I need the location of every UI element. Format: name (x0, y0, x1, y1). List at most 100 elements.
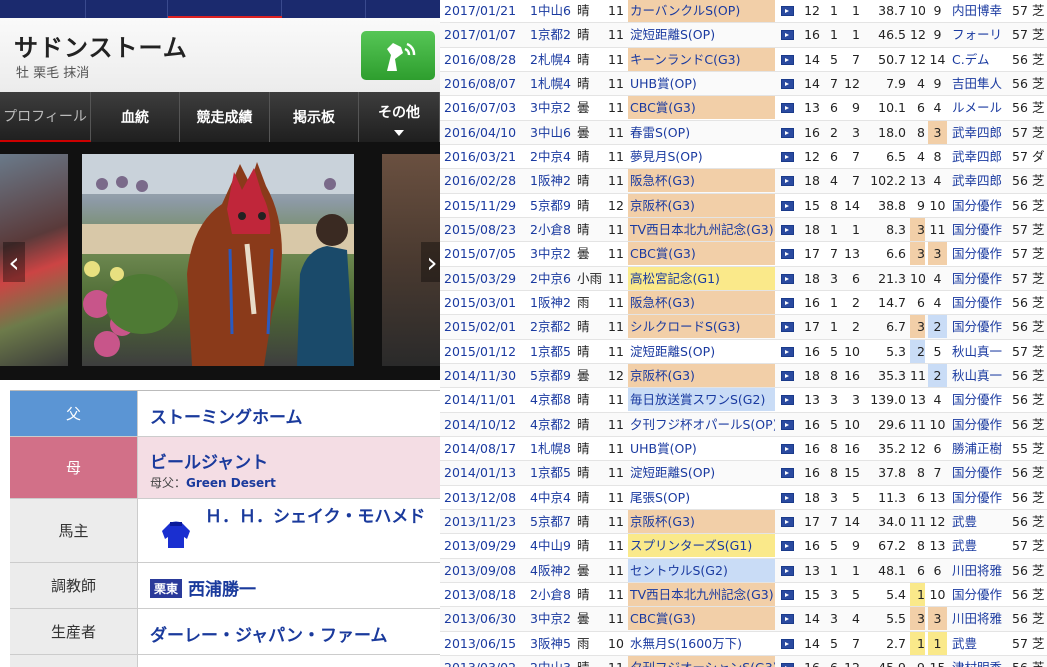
race-video-icon[interactable] (781, 419, 794, 430)
race-name-link[interactable]: 阪急杯(G3) (628, 169, 775, 193)
race-venue-link[interactable]: 4阪神2 (530, 559, 571, 582)
race-video-icon[interactable] (781, 541, 794, 552)
race-venue-link[interactable]: 1京都5 (530, 340, 571, 363)
race-name-link[interactable]: 夕刊フジ杯オパールS(OP) (628, 413, 775, 436)
race-name-link[interactable]: キーンランドC(G3) (628, 47, 775, 71)
race-venue-link[interactable]: 4中京4 (530, 486, 571, 509)
race-date-link[interactable]: 2016/03/21 (444, 145, 516, 168)
race-video-icon[interactable] (781, 200, 794, 211)
race-jockey-link[interactable]: 内田博幸 (952, 0, 1010, 22)
dam-link[interactable]: ビールジャント (150, 448, 268, 473)
race-venue-link[interactable]: 1阪神2 (530, 169, 571, 192)
race-venue-link[interactable]: 1中山6 (530, 0, 571, 22)
race-video-icon[interactable] (781, 30, 794, 41)
race-jockey-link[interactable]: 国分優作 (952, 315, 1010, 338)
breeder-link[interactable]: ダーレー・ジャパン・ファーム (150, 621, 388, 646)
race-video-icon[interactable] (781, 249, 794, 260)
race-venue-link[interactable]: 3中京2 (530, 242, 571, 265)
race-date-link[interactable]: 2017/01/21 (444, 0, 516, 22)
race-venue-link[interactable]: 3中京2 (530, 607, 571, 630)
photo-carousel[interactable]: ‹ › (0, 142, 440, 380)
race-venue-link[interactable]: 2中京6 (530, 267, 571, 290)
top-nav-segment[interactable] (0, 0, 86, 18)
race-video-icon[interactable] (781, 103, 794, 114)
race-date-link[interactable]: 2015/08/23 (444, 218, 516, 241)
race-venue-link[interactable]: 4京都2 (530, 413, 571, 436)
carousel-next-button[interactable]: › (421, 242, 440, 282)
race-name-link[interactable]: 京阪杯(G3) (628, 509, 775, 533)
race-venue-link[interactable]: 2中山3 (530, 656, 571, 667)
race-name-link[interactable]: CBC賞(G3) (628, 242, 775, 266)
race-jockey-link[interactable]: 国分優作 (952, 291, 1010, 314)
race-name-link[interactable]: 毎日放送賞スワンS(G2) (628, 388, 775, 412)
race-date-link[interactable]: 2015/07/05 (444, 242, 516, 265)
race-date-link[interactable]: 2013/09/29 (444, 534, 516, 557)
race-jockey-link[interactable]: 川田将雅 (952, 559, 1010, 582)
race-date-link[interactable]: 2015/02/01 (444, 315, 516, 338)
race-name-link[interactable]: セントウルS(G2) (628, 558, 775, 582)
race-name-link[interactable]: 尾張S(OP) (628, 486, 775, 509)
race-date-link[interactable]: 2013/08/18 (444, 583, 516, 606)
tab-board[interactable]: 掲示板 (270, 92, 359, 142)
race-venue-link[interactable]: 1札幌4 (530, 72, 571, 95)
race-date-link[interactable]: 2013/06/30 (444, 607, 516, 630)
race-video-icon[interactable] (781, 516, 794, 527)
race-date-link[interactable]: 2013/09/08 (444, 559, 516, 582)
race-name-link[interactable]: 春雷S(OP) (628, 121, 775, 144)
race-venue-link[interactable]: 2中京4 (530, 145, 571, 168)
race-venue-link[interactable]: 2京都2 (530, 315, 571, 338)
race-date-link[interactable]: 2015/11/29 (444, 194, 516, 217)
race-jockey-link[interactable]: 国分優作 (952, 413, 1010, 436)
carousel-prev-button[interactable]: ‹ (3, 242, 25, 282)
race-video-icon[interactable] (781, 273, 794, 284)
race-jockey-link[interactable]: 川田将雅 (952, 607, 1010, 630)
race-name-link[interactable]: 京阪杯(G3) (628, 193, 775, 217)
race-date-link[interactable]: 2017/01/07 (444, 23, 516, 46)
race-video-icon[interactable] (781, 224, 794, 235)
race-date-link[interactable]: 2014/10/12 (444, 413, 516, 436)
race-date-link[interactable]: 2014/11/01 (444, 388, 516, 411)
race-venue-link[interactable]: 2小倉8 (530, 583, 571, 606)
race-jockey-link[interactable]: 吉田隼人 (952, 72, 1010, 95)
race-name-link[interactable]: 淀短距離S(OP) (628, 23, 775, 46)
race-video-icon[interactable] (781, 322, 794, 333)
race-date-link[interactable]: 2016/07/03 (444, 96, 516, 119)
favorite-horse-button[interactable] (361, 31, 435, 80)
tab-profile[interactable]: プロフィール (0, 92, 91, 142)
race-name-link[interactable]: 夕刊フジオーシャンS(G3) (628, 655, 775, 667)
race-date-link[interactable]: 2014/11/30 (444, 364, 516, 387)
race-venue-link[interactable]: 5京都9 (530, 364, 571, 387)
race-venue-link[interactable]: 3阪神5 (530, 632, 571, 655)
race-date-link[interactable]: 2016/08/28 (444, 48, 516, 71)
race-date-link[interactable]: 2015/01/12 (444, 340, 516, 363)
race-jockey-link[interactable]: 武幸四郎 (952, 169, 1010, 192)
race-date-link[interactable]: 2014/08/17 (444, 437, 516, 460)
race-venue-link[interactable]: 2小倉8 (530, 218, 571, 241)
race-date-link[interactable]: 2015/03/01 (444, 291, 516, 314)
race-venue-link[interactable]: 1阪神2 (530, 291, 571, 314)
race-venue-link[interactable]: 5京都9 (530, 194, 571, 217)
race-name-link[interactable]: カーバンクルS(OP) (628, 0, 775, 22)
tab-race-results[interactable]: 競走成績 (180, 92, 270, 142)
race-name-link[interactable]: スプリンターズS(G1) (628, 534, 775, 558)
race-video-icon[interactable] (781, 638, 794, 649)
race-video-icon[interactable] (781, 78, 794, 89)
race-venue-link[interactable]: 1京都5 (530, 461, 571, 484)
race-date-link[interactable]: 2013/06/15 (444, 632, 516, 655)
race-date-link[interactable]: 2013/11/23 (444, 510, 516, 533)
race-video-icon[interactable] (781, 6, 794, 16)
race-jockey-link[interactable]: 国分優作 (952, 218, 1010, 241)
race-jockey-link[interactable]: 国分優作 (952, 486, 1010, 509)
race-date-link[interactable]: 2016/08/07 (444, 72, 516, 95)
race-name-link[interactable]: 京阪杯(G3) (628, 363, 775, 387)
race-name-link[interactable]: UHB賞(OP) (628, 437, 775, 460)
race-date-link[interactable]: 2013/12/08 (444, 486, 516, 509)
race-name-link[interactable]: シルクロードS(G3) (628, 315, 775, 339)
race-jockey-link[interactable]: 国分優作 (952, 583, 1010, 606)
race-name-link[interactable]: 淀短距離S(OP) (628, 340, 775, 363)
top-nav-segment[interactable] (86, 0, 168, 18)
race-name-link[interactable]: 阪急杯(G3) (628, 290, 775, 314)
race-jockey-link[interactable]: 津村明秀 (952, 656, 1010, 667)
race-jockey-link[interactable]: 武幸四郎 (952, 145, 1010, 168)
tab-other[interactable]: その他 (359, 92, 440, 142)
